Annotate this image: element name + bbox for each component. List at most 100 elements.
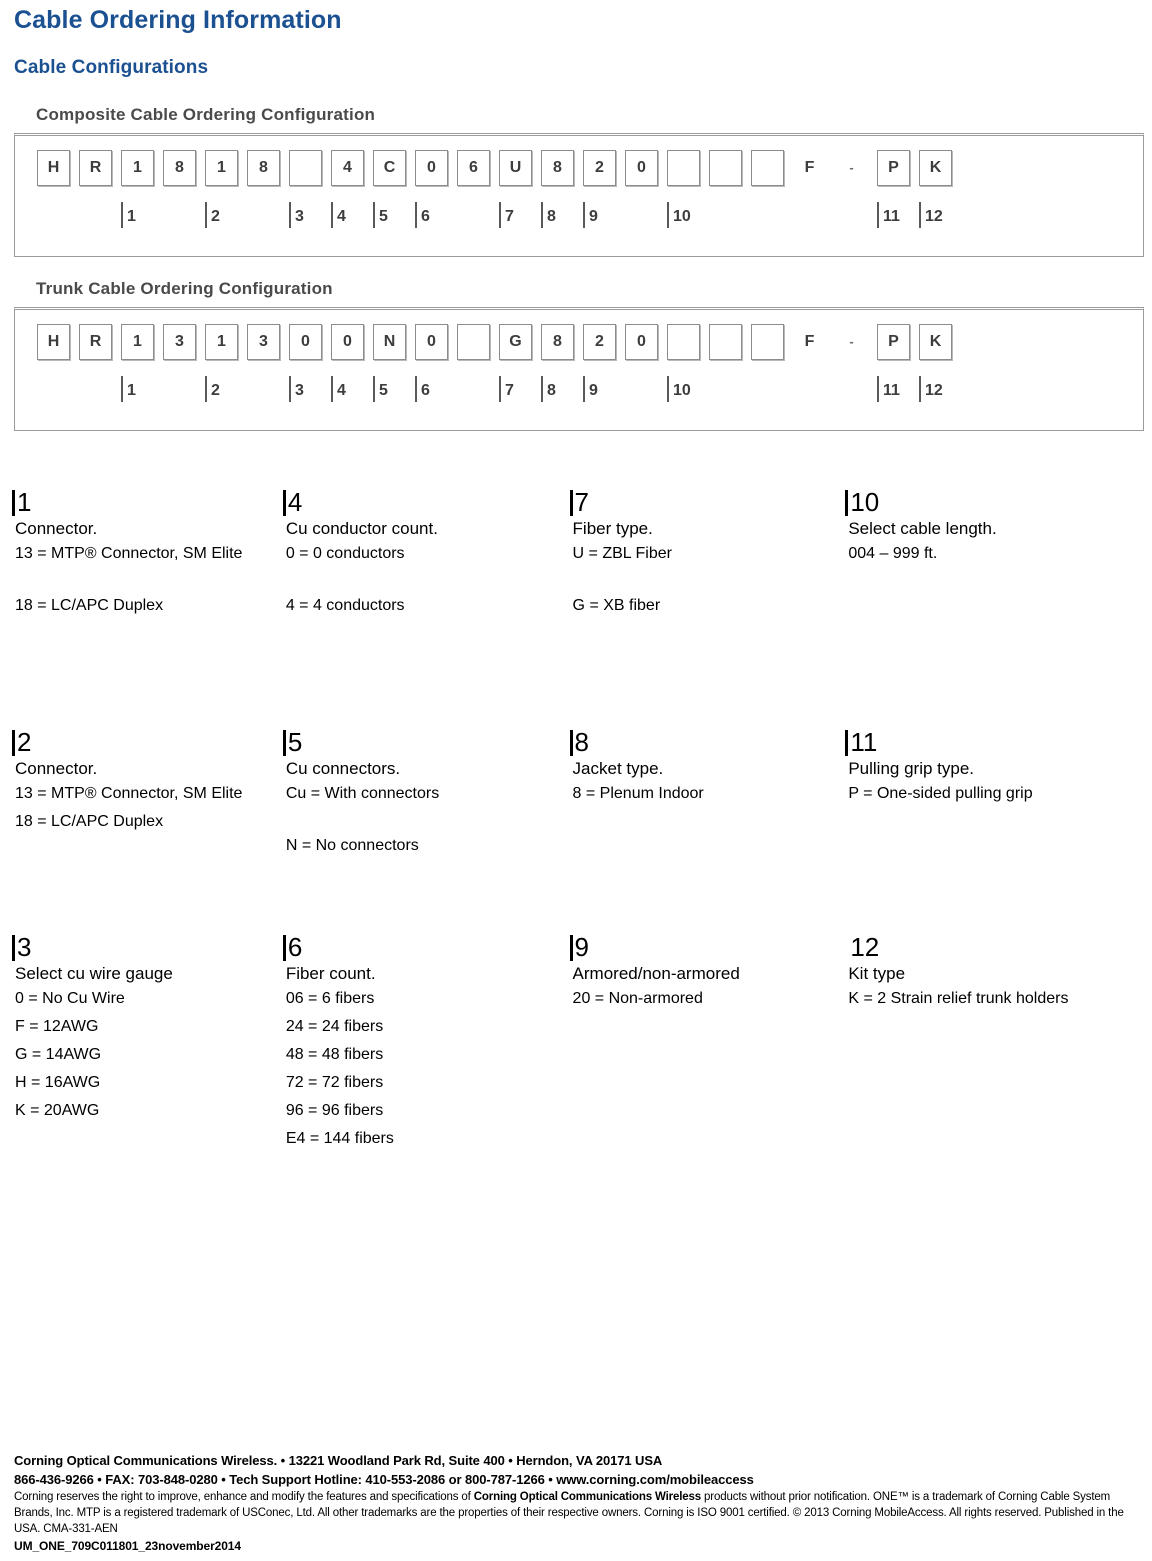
config-tick: 11 bbox=[877, 201, 900, 228]
config-cell: 8 bbox=[541, 323, 574, 360]
config-tick: 2 bbox=[205, 201, 220, 228]
legend-option: 004 – 999 ft. bbox=[848, 544, 938, 562]
legend-entry-2: 2 Connector. 13 = MTP® Connector, SM Elite… bbox=[12, 727, 283, 932]
config-tick: 1 bbox=[121, 201, 136, 228]
config-cell-empty bbox=[709, 149, 742, 186]
config-cell-empty bbox=[751, 323, 784, 360]
legend-entry-3: 3 Select cu wire gauge 0 = No Cu Wire F = 1… bbox=[12, 932, 283, 1232]
legend-index-number: 12 bbox=[850, 931, 880, 962]
tick-bar-icon bbox=[331, 201, 333, 228]
tick-label: 8 bbox=[547, 207, 556, 225]
legend-index-number: 3 bbox=[17, 931, 32, 962]
config-cell: K bbox=[919, 149, 952, 186]
trunk-cable-configuration: Trunk Cable Ordering Configuration HR131… bbox=[14, 279, 1144, 431]
tick-bar-icon bbox=[121, 375, 123, 402]
tick-label: 11 bbox=[883, 207, 900, 225]
legend-option: 24 = 24 fibers bbox=[285, 1017, 384, 1035]
legend-entry-header: 3 bbox=[12, 932, 265, 961]
tick-label: 12 bbox=[925, 381, 943, 399]
tick-bar-icon bbox=[541, 375, 543, 402]
tick-bar-icon bbox=[877, 201, 879, 228]
legend-option: 13 = MTP® Connector, SM Elite bbox=[15, 544, 243, 562]
config-tick: 12 bbox=[919, 201, 943, 228]
config-cell: 0 bbox=[625, 149, 658, 186]
config-cell: 1 bbox=[205, 323, 238, 360]
config-caption: Composite Cable Ordering Configuration bbox=[36, 104, 376, 124]
config-tick: 3 bbox=[289, 201, 304, 228]
config-cell: 1 bbox=[205, 149, 238, 186]
tick-label: 10 bbox=[673, 207, 691, 225]
config-tick: 10 bbox=[667, 201, 691, 228]
legend-bar-icon bbox=[12, 489, 15, 516]
legend-index-number: 1 bbox=[17, 486, 32, 517]
legend-option: 72 = 72 fibers bbox=[285, 1073, 384, 1091]
config-cell-empty bbox=[667, 323, 700, 360]
legend-entry-header: 10 bbox=[845, 487, 1126, 516]
config-tick: 6 bbox=[415, 375, 430, 402]
legend-description: Cu connectors. bbox=[285, 758, 401, 778]
legend-option: U = ZBL Fiber bbox=[572, 544, 672, 562]
disclaimer-brand: Corning Optical Communications Wireless bbox=[473, 1491, 702, 1503]
tick-bar-icon bbox=[877, 375, 879, 402]
legend-entry-header: 5 bbox=[282, 726, 552, 757]
tick-label: 4 bbox=[337, 381, 346, 399]
config-cell: 0 bbox=[415, 149, 448, 186]
tick-label: 9 bbox=[589, 381, 598, 399]
tick-bar-icon bbox=[373, 375, 375, 402]
config-cell: 8 bbox=[247, 149, 280, 186]
page-title: Cable Ordering Information bbox=[14, 6, 342, 34]
legend-option: Cu = With connectors bbox=[285, 784, 440, 802]
legend-option: 4 = 4 conductors bbox=[285, 596, 405, 614]
legend-index-number: 5 bbox=[287, 726, 303, 757]
legend-entry-5: 5 Cu connectors. Cu = With connectors N = N… bbox=[282, 726, 570, 932]
legend-description: Connector. bbox=[15, 758, 98, 778]
legend-option: 18 = LC/APC Duplex bbox=[15, 596, 164, 614]
config-tick: 12 bbox=[919, 375, 943, 402]
legend-entry-header: 8 bbox=[569, 727, 828, 756]
legend-bar-icon bbox=[845, 935, 848, 961]
legend-option: 8 = Plenum Indoor bbox=[572, 784, 704, 802]
legend-description: Fiber type. bbox=[572, 518, 653, 538]
config-cell: 0 bbox=[625, 323, 658, 360]
legend-entry-header: 12 bbox=[845, 932, 1126, 961]
config-cell: 2 bbox=[583, 149, 616, 186]
legend-description: Select cu wire gauge bbox=[15, 963, 173, 983]
tick-bar-icon bbox=[205, 201, 207, 228]
config-cell: 8 bbox=[163, 149, 196, 186]
config-tick: 4 bbox=[331, 201, 346, 228]
legend-entry-12: 12 Kit type K = 2 Strain relief trunk hold… bbox=[845, 932, 1144, 1232]
config-cell: U bbox=[499, 149, 532, 186]
legend-index-number: 11 bbox=[850, 726, 878, 757]
legend-index-number: 4 bbox=[287, 486, 303, 517]
config-cell: H bbox=[37, 149, 70, 186]
config-tick: 5 bbox=[373, 375, 388, 402]
legend-row: 1 Connector. 13 = MTP® Connector, SM Elite… bbox=[12, 487, 1144, 727]
tick-bar-icon bbox=[289, 201, 291, 228]
legend-entry-header: 7 bbox=[569, 487, 828, 516]
legend-option: N = No connectors bbox=[285, 836, 419, 854]
config-tick: 2 bbox=[205, 375, 220, 402]
config-cell: 4 bbox=[331, 149, 364, 186]
tick-label: 2 bbox=[211, 207, 220, 225]
tick-bar-icon bbox=[541, 201, 543, 228]
config-cell: 1 bbox=[121, 149, 154, 186]
tick-label: 5 bbox=[379, 381, 388, 399]
legend-option: 20 = Non-armored bbox=[572, 989, 703, 1007]
config-tick: 4 bbox=[331, 375, 346, 402]
tick-label: 5 bbox=[379, 207, 388, 225]
legend-entry-7: 7 Fiber type. U = ZBL Fiber G = XB fiber bbox=[569, 487, 846, 727]
tick-bar-icon bbox=[415, 201, 417, 228]
legend-description: Connector. bbox=[15, 518, 98, 538]
config-cell: - bbox=[849, 160, 854, 176]
tick-label: 10 bbox=[673, 381, 691, 399]
legend-option: F = 12AWG bbox=[15, 1017, 99, 1035]
config-cell: P bbox=[877, 323, 910, 360]
config-cell: N bbox=[373, 323, 406, 360]
config-cell-empty bbox=[751, 149, 784, 186]
legend-option: 18 = LC/APC Duplex bbox=[15, 812, 164, 830]
legend-entry-header: 11 bbox=[845, 727, 1126, 756]
footer-disclaimer: Corning reserves the right to improve, e… bbox=[14, 1489, 1138, 1537]
config-tick: 7 bbox=[499, 375, 514, 402]
config-cell-empty bbox=[289, 149, 322, 186]
legend-row: 3 Select cu wire gauge 0 = No Cu Wire F = 1… bbox=[12, 932, 1144, 1232]
